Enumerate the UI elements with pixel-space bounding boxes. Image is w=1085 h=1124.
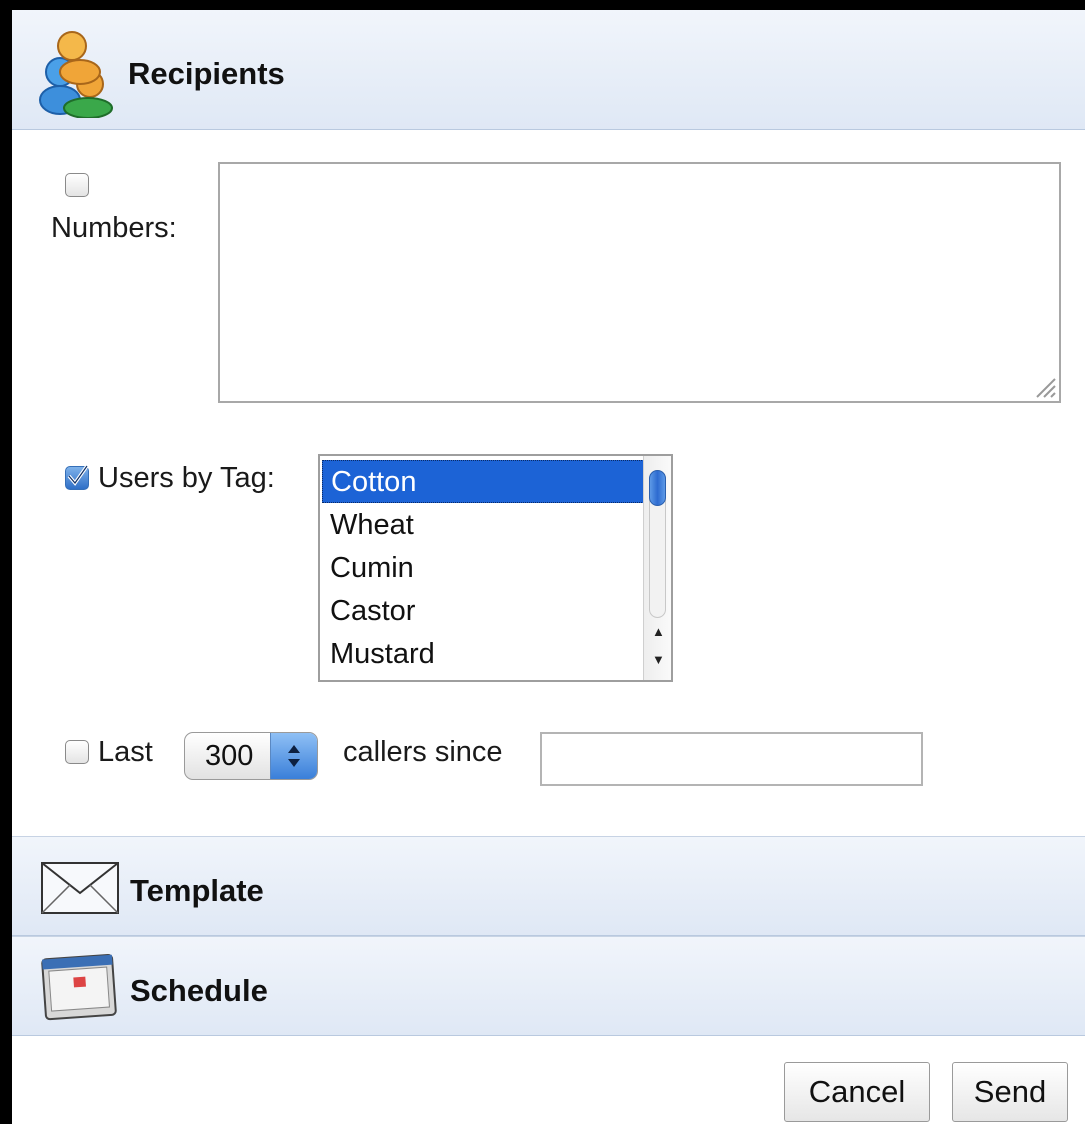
envelope-icon <box>41 862 119 914</box>
caller-count-stepper[interactable]: 300 <box>184 732 318 780</box>
stepper-arrows-icon <box>288 745 300 767</box>
list-option-mustard[interactable]: Mustard <box>322 633 644 676</box>
last-callers-checkbox[interactable] <box>65 740 89 764</box>
list-option-cumin[interactable]: Cumin <box>322 547 644 590</box>
list-option-wheat[interactable]: Wheat <box>322 504 644 547</box>
numbers-checkbox[interactable] <box>65 173 89 197</box>
caller-count-value: 300 <box>205 740 254 772</box>
scrollbar-thumb[interactable] <box>649 470 666 506</box>
schedule-title: Schedule <box>130 973 268 1008</box>
numbers-textarea[interactable] <box>218 162 1061 403</box>
stepper-arrows-button[interactable] <box>270 733 317 779</box>
numbers-label: Numbers: <box>51 212 177 244</box>
tag-listbox[interactable]: Cotton Wheat Cumin Castor Mustard ▲ ▼ <box>318 454 673 682</box>
schedule-section-header[interactable]: Schedule <box>12 936 1085 1036</box>
users-by-tag-checkbox[interactable] <box>65 464 89 490</box>
recipients-title: Recipients <box>128 56 285 91</box>
list-option-castor[interactable]: Castor <box>322 590 644 633</box>
template-section-header[interactable]: Template <box>12 836 1085 936</box>
checkmark-icon <box>67 464 89 486</box>
users-icon <box>39 31 113 118</box>
template-title: Template <box>130 873 264 908</box>
listbox-scrollbar[interactable]: ▲ ▼ <box>643 456 671 680</box>
resize-grip-icon[interactable] <box>1033 375 1057 399</box>
last-label: Last <box>98 736 153 768</box>
message-form: Recipients Numbers: Users by Tag: Cotton… <box>12 10 1085 1124</box>
cancel-button[interactable]: Cancel <box>784 1062 930 1122</box>
recipients-section-header[interactable]: Recipients <box>12 10 1085 130</box>
calendar-icon <box>41 953 117 1021</box>
scroll-up-icon[interactable]: ▲ <box>652 624 665 639</box>
scroll-down-icon[interactable]: ▼ <box>652 652 665 667</box>
users-by-tag-label: Users by Tag: <box>98 462 275 494</box>
send-button[interactable]: Send <box>952 1062 1068 1122</box>
since-date-input[interactable] <box>540 732 923 786</box>
callers-since-label: callers since <box>343 736 503 768</box>
list-option-cotton[interactable]: Cotton <box>322 460 644 503</box>
